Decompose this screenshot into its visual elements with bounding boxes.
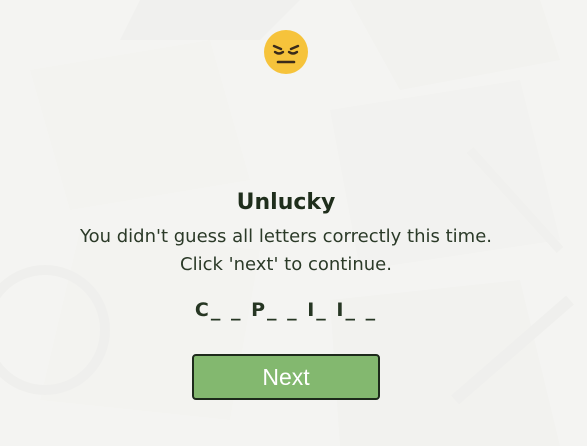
next-button[interactable]: Next xyxy=(192,354,380,400)
result-message-line2: Click 'next' to continue. xyxy=(180,254,392,275)
result-title: Unlucky xyxy=(236,190,336,215)
word-hint: C_ _ P_ _ I_ I_ _ xyxy=(194,299,378,321)
sad-face-icon xyxy=(264,30,308,74)
result-message-line1: You didn't guess all letters correctly t… xyxy=(80,226,492,247)
